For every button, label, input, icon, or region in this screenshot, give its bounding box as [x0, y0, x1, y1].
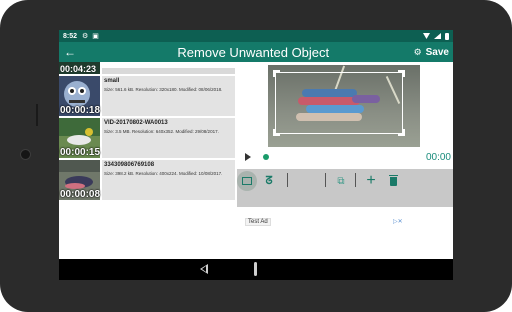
status-time: 8:52 [63, 32, 78, 40]
video-meta: Size: 561.6 kB. Resolution: 320x180. Mod… [104, 87, 223, 92]
video-name: 334309806769108 [104, 162, 155, 168]
arrow-left-icon[interactable]: ← [59, 45, 81, 59]
divider [287, 173, 288, 187]
video-name: small [104, 78, 120, 84]
system-nav-bar [59, 259, 453, 280]
video-duration: 00:00:18 [60, 105, 101, 116]
video-duration: 00:00:15 [60, 147, 101, 158]
add-icon[interactable]: + [361, 171, 381, 191]
save-card-icon: ▣ [92, 33, 99, 40]
screen: 8:52 ⚙ ▣ ← Remove Unwanted Object ⚙ Save… [59, 30, 453, 280]
rectangle-select-icon[interactable] [237, 171, 257, 191]
tablet-frame: 8:52 ⚙ ▣ ← Remove Unwanted Object ⚙ Save… [0, 0, 512, 312]
signal-icon [434, 33, 441, 39]
side-button [36, 104, 38, 126]
video-info [102, 68, 235, 74]
list-item[interactable]: 00:00:08 334309806769108 Size: 398.2 kB.… [59, 160, 237, 200]
selection-handle[interactable] [398, 129, 405, 136]
divider [325, 173, 326, 187]
list-item[interactable]: 00:00:15 VID-20170802-WA0013 Size: 3.5 M… [59, 118, 237, 158]
playback-time: 00:00 [425, 152, 451, 163]
divider [355, 173, 356, 187]
list-item[interactable]: 00:04:23 [59, 62, 237, 74]
gear-icon: ⚙ [82, 33, 89, 40]
delete-icon[interactable] [383, 171, 403, 191]
ad-close-icon[interactable]: ▷✕ [393, 218, 403, 225]
video-info: small Size: 561.6 kB. Resolution: 320x18… [102, 76, 235, 116]
wifi-icon [423, 33, 430, 39]
playback-controls: 00:00 [241, 151, 453, 165]
selection-handle[interactable] [273, 129, 280, 136]
ad-label[interactable]: Test Ad [245, 218, 271, 226]
video-duration: 00:00:08 [60, 189, 101, 200]
edit-toolbar: ᘔ ⧉ + [237, 169, 453, 207]
front-camera [20, 149, 31, 160]
video-name: VID-20170802-WA0013 [104, 120, 168, 126]
video-preview[interactable] [268, 65, 420, 147]
video-list[interactable]: 00:04:23 00:00:18 small Size: 561.6 kB. … [59, 62, 237, 208]
nav-back-icon[interactable] [200, 264, 208, 274]
status-bar: 8:52 ⚙ ▣ [59, 30, 453, 42]
save-button[interactable]: Save [426, 47, 449, 58]
selection-handle[interactable] [398, 70, 405, 77]
selection-handle[interactable] [273, 70, 280, 77]
video-info: VID-20170802-WA0013 Size: 3.5 MB. Resolu… [102, 118, 235, 158]
seek-handle[interactable] [263, 154, 269, 160]
video-meta: Size: 3.5 MB. Resolution: 640x352. Modif… [104, 129, 219, 134]
nav-home-icon[interactable] [254, 262, 257, 276]
app-bar: ← Remove Unwanted Object ⚙ Save [59, 42, 453, 62]
list-item[interactable]: 00:00:18 small Size: 561.6 kB. Resolutio… [59, 76, 237, 116]
layers-icon[interactable]: ⧉ [331, 171, 351, 191]
video-duration: 00:04:23 [60, 64, 97, 74]
battery-icon [445, 32, 449, 40]
play-icon[interactable] [245, 153, 251, 161]
page-title: Remove Unwanted Object [177, 44, 330, 60]
lasso-select-icon[interactable]: ᘔ [259, 171, 279, 191]
settings-gear-icon[interactable]: ⚙ [414, 47, 422, 58]
video-meta: Size: 398.2 kB. Resolution: 400x224. Mod… [104, 171, 223, 176]
video-info: 334309806769108 Size: 398.2 kB. Resoluti… [102, 160, 235, 200]
selection-rectangle[interactable] [275, 72, 403, 134]
